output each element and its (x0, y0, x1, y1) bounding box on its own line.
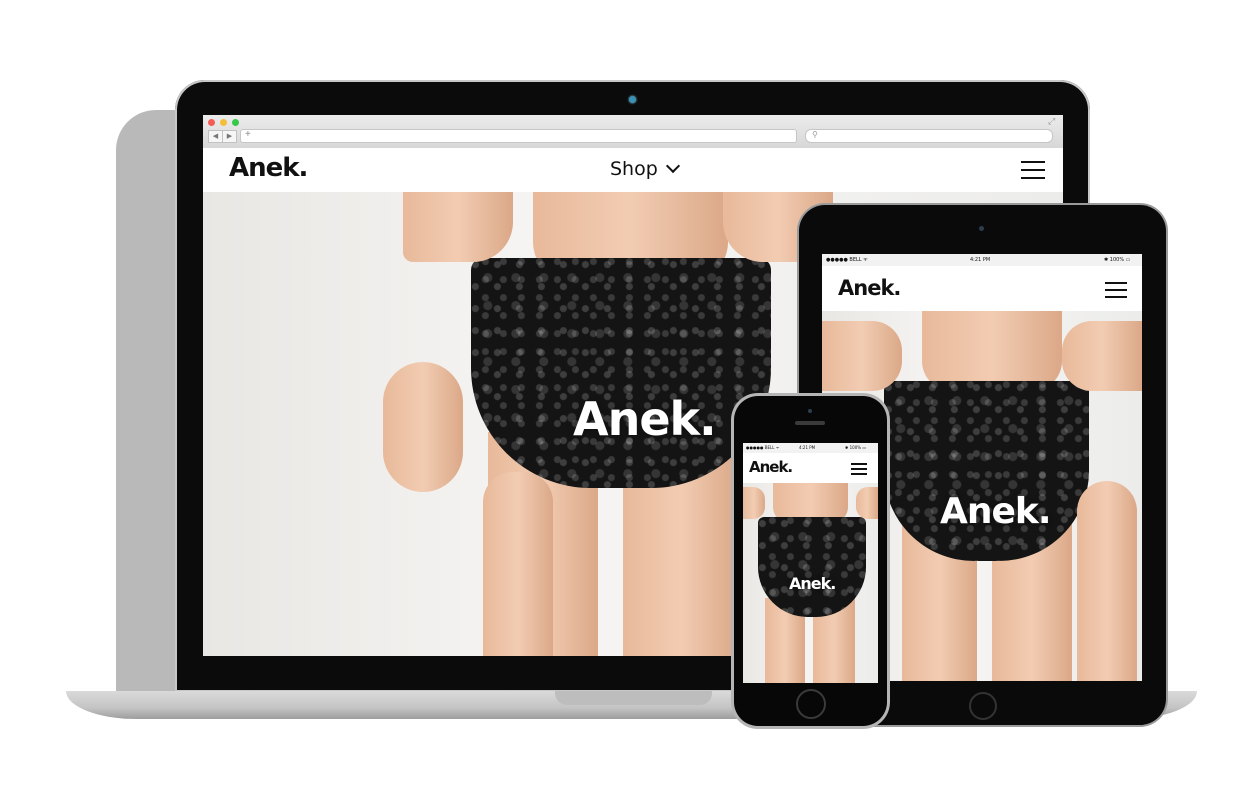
phone-status-bar: ●●●●● BELL ᯤ 4:21 PM ✱ 100% ▭ (743, 443, 878, 453)
status-battery: ✱ 100% ▭ (845, 445, 867, 450)
new-tab-icon[interactable]: + (245, 129, 251, 140)
search-icon: ⚲ (812, 130, 818, 139)
brand-logo[interactable]: Anek. (229, 153, 308, 183)
menu-icon[interactable] (851, 463, 867, 475)
brand-logo[interactable]: Anek. (838, 276, 901, 300)
laptop-camera (629, 96, 636, 103)
status-carrier: ●●●●● BELL ᯤ (826, 257, 868, 263)
window-minimize-button[interactable] (220, 119, 227, 126)
hero-photo-hand (1077, 481, 1137, 681)
hero-photo-torso (922, 311, 1062, 391)
brand-logo[interactable]: Anek. (749, 458, 793, 476)
menu-icon[interactable] (1021, 161, 1045, 179)
phone-camera (808, 409, 812, 413)
phone-screen: ●●●●● BELL ᯤ 4:21 PM ✱ 100% ▭ Anek. Anek… (743, 443, 878, 683)
status-carrier: ●●●●● BELL ᯤ (746, 445, 780, 450)
laptop-notch (555, 691, 712, 705)
hero-photo-hand (856, 487, 878, 519)
shop-menu[interactable]: Shop (610, 158, 680, 180)
phone-speaker (795, 421, 825, 425)
tablet-camera (979, 226, 984, 231)
back-icon[interactable]: ◀ (208, 130, 223, 143)
status-time: 4:21 PM (799, 445, 816, 450)
hero-photo-hand (822, 321, 902, 391)
status-time: 4:21 PM (970, 257, 991, 263)
browser-toolbar: ◀ ▶ + ⚲ ⤢ (203, 115, 1063, 149)
browser-search-input[interactable]: ⚲ (805, 129, 1053, 143)
window-close-button[interactable] (208, 119, 215, 126)
tablet-home-button[interactable] (969, 692, 997, 720)
hero-photo-garment (884, 381, 1089, 561)
tablet-site-header: Anek. (822, 266, 1142, 311)
phone-site-header: Anek. (743, 453, 878, 483)
phone-hero-image: Anek. (743, 483, 878, 683)
hero-wordmark: Anek. (789, 574, 836, 593)
tablet-status-bar: ●●●●● BELL ᯤ 4:21 PM ✱ 100% ▭ (822, 254, 1142, 266)
hero-photo-garment (471, 258, 771, 488)
hero-wordmark: Anek. (940, 491, 1052, 532)
hero-photo-hand (383, 362, 463, 492)
hero-photo-hand (403, 192, 513, 262)
hero-photo-garment (758, 517, 866, 617)
menu-icon[interactable] (1105, 282, 1127, 298)
hero-photo-hand (1062, 321, 1142, 391)
hero-photo-hand (483, 472, 553, 656)
fullscreen-icon[interactable]: ⤢ (1048, 116, 1055, 127)
forward-icon[interactable]: ▶ (222, 130, 237, 143)
site-header: Anek. Shop (203, 148, 1063, 192)
shop-menu-label: Shop (610, 158, 658, 180)
window-zoom-button[interactable] (232, 119, 239, 126)
address-bar[interactable]: + (240, 129, 797, 143)
hero-wordmark: Anek. (573, 392, 717, 446)
phone-home-button[interactable] (796, 689, 826, 719)
chevron-down-icon (665, 158, 680, 174)
status-battery: ✱ 100% ▭ (1104, 257, 1131, 263)
hero-photo-hand (743, 487, 765, 519)
